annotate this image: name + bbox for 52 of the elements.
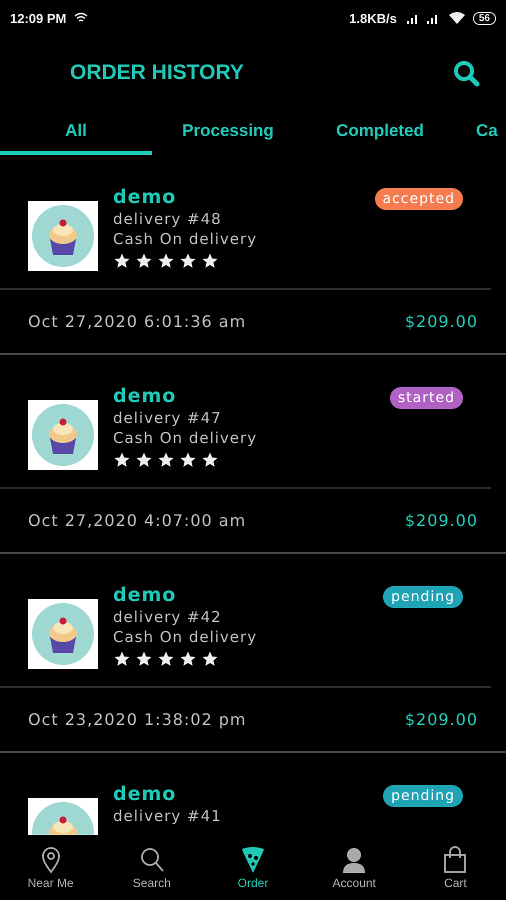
wifi-icon (74, 12, 88, 24)
store-name: demo (113, 186, 178, 208)
store-name: demo (113, 385, 178, 407)
network-speed: 1.8KB/s (349, 10, 397, 26)
order-total: $209.00 (404, 312, 478, 331)
tab[interactable]: Processing (152, 110, 304, 155)
star-icon (113, 252, 131, 270)
battery-level: 56 (472, 12, 496, 24)
tab[interactable]: All (0, 110, 152, 155)
tab[interactable]: Completed (304, 110, 456, 155)
status-badge: accepted (374, 188, 463, 210)
nav-item[interactable]: Order (202, 835, 304, 900)
store-name: demo (113, 584, 178, 606)
status-badge: pending (383, 785, 463, 807)
star-icon (113, 650, 131, 668)
star-icon (201, 252, 219, 270)
star-icon (135, 252, 153, 270)
star-icon (201, 650, 219, 668)
payment-method: Cash On delivery (113, 429, 258, 447)
delivery-number: delivery #41 (113, 807, 223, 825)
order-total: $209.00 (404, 511, 478, 530)
order-date: Oct 23,2020 1:38:02 pm (28, 710, 247, 729)
payment-method: Cash On delivery (113, 230, 258, 248)
star-icon (135, 451, 153, 469)
star-icon (157, 252, 175, 270)
star-icon (179, 451, 197, 469)
nav-item[interactable]: Account (304, 835, 405, 900)
star-icon (157, 451, 175, 469)
nav-item[interactable]: Near Me (0, 835, 102, 900)
delivery-number: delivery #48 (113, 210, 223, 228)
star-icon (179, 252, 197, 270)
star-icon (201, 451, 219, 469)
store-name: demo (113, 783, 178, 805)
clock-time: 12:09 PM (10, 10, 66, 26)
wifi-icon (448, 12, 465, 24)
nav-item[interactable]: Search (101, 835, 202, 900)
star-icon (179, 650, 197, 668)
order-total: $209.00 (404, 710, 478, 729)
status-badge: started (390, 387, 463, 409)
nav-item[interactable]: Cart (404, 835, 506, 900)
status-badge: pending (383, 586, 463, 608)
delivery-number: delivery #42 (113, 608, 223, 626)
star-icon (113, 451, 131, 469)
order-date: Oct 27,2020 4:07:00 am (28, 511, 246, 530)
delivery-number: delivery #47 (113, 409, 223, 427)
search-icon[interactable] (452, 59, 480, 87)
tab[interactable]: Ca (456, 110, 506, 155)
star-icon (135, 650, 153, 668)
page-title: ORDER HISTORY (70, 61, 245, 85)
order-date: Oct 27,2020 6:01:36 am (28, 312, 246, 331)
star-icon (157, 650, 175, 668)
payment-method: Cash On delivery (113, 628, 258, 646)
